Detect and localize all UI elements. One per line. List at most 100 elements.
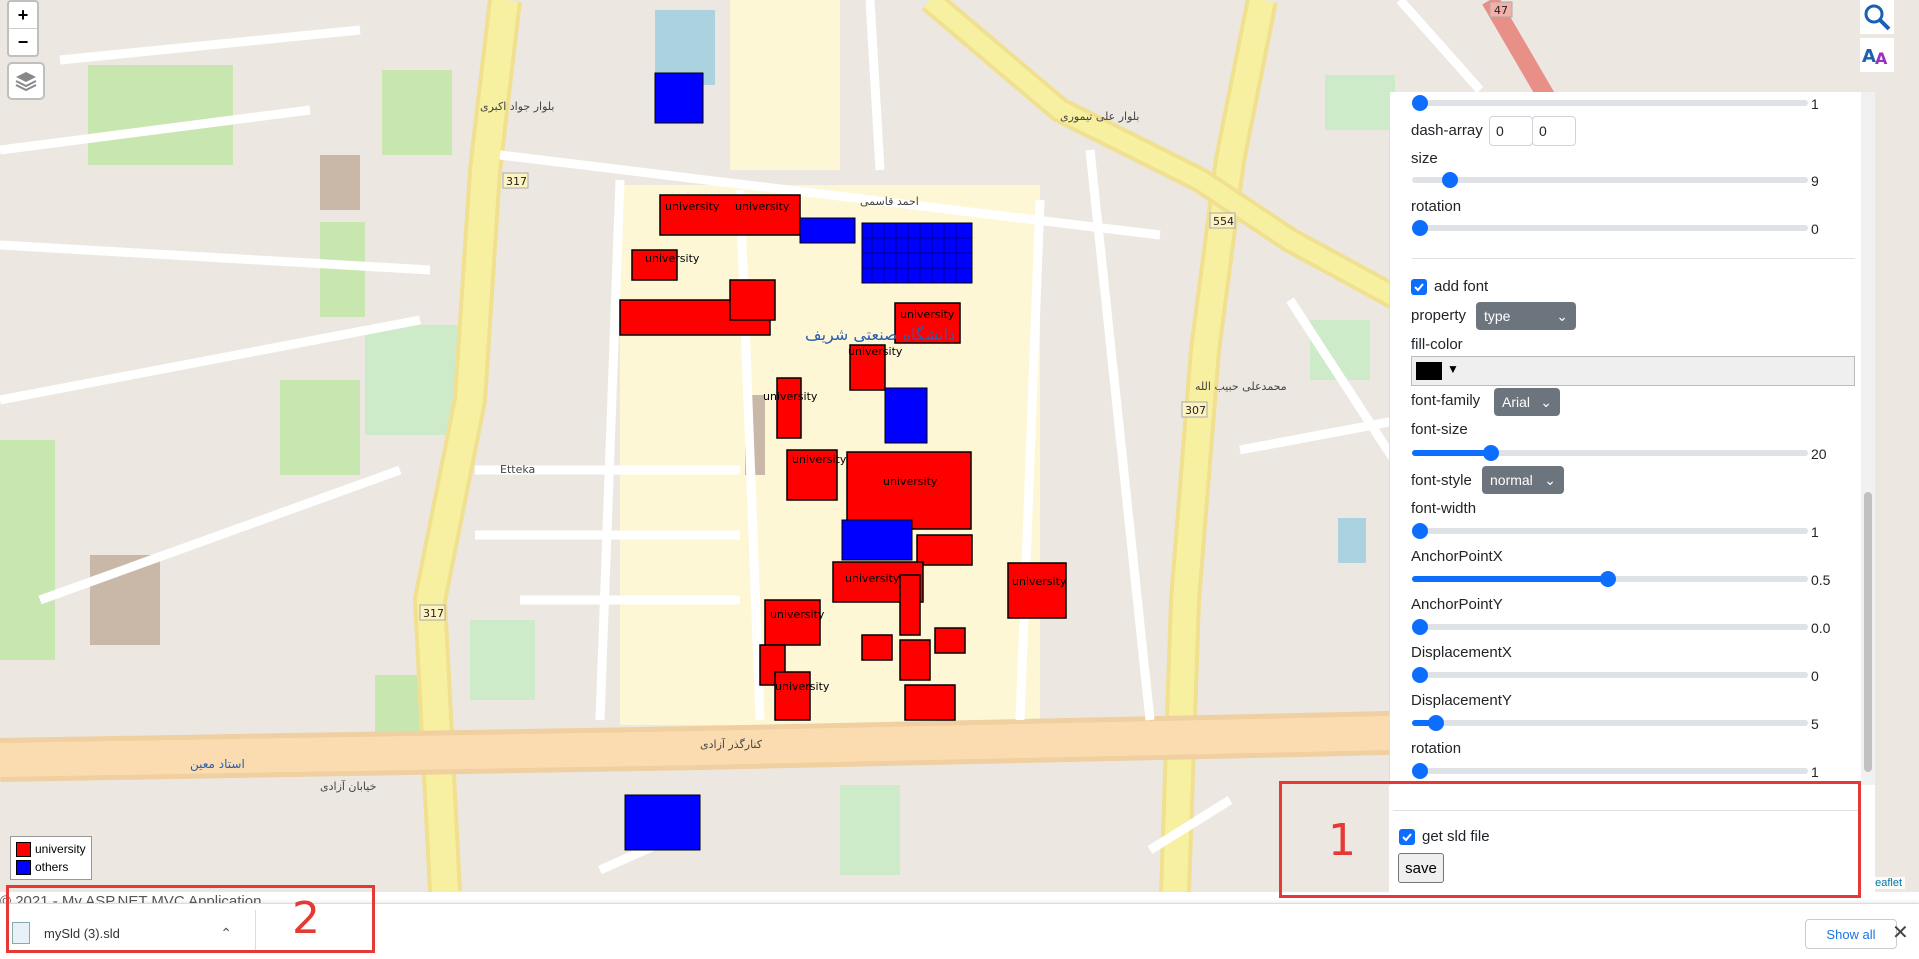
slider-fill (1412, 450, 1491, 456)
slider-knob[interactable] (1412, 619, 1428, 635)
svg-text:317: 317 (423, 607, 444, 620)
displacement-y-slider[interactable] (1412, 715, 1808, 731)
checkmark-icon (1414, 283, 1424, 292)
search-button[interactable] (1860, 0, 1894, 34)
map-label-ostad-moein: استاد معین (190, 757, 245, 771)
slider-knob[interactable] (1483, 445, 1499, 461)
top-slider[interactable] (1412, 95, 1808, 111)
svg-text:university: university (883, 475, 938, 488)
legend-label: university (35, 842, 86, 856)
anchor-y-slider[interactable] (1412, 619, 1808, 635)
svg-text:554: 554 (1213, 215, 1234, 228)
font-size-label: font-size (1411, 421, 1468, 438)
chevron-down-icon: ⌄ (1556, 307, 1568, 324)
font-width-slider[interactable] (1412, 523, 1808, 539)
svg-text:university: university (845, 572, 900, 585)
svg-text:A: A (1862, 46, 1876, 67)
font-width-label: font-width (1411, 500, 1477, 517)
annotation-number-1: 1 (1328, 815, 1356, 866)
dash-array-input-1[interactable]: 0 (1489, 116, 1533, 146)
displacement-x-value: 0 (1811, 668, 1819, 684)
font-family-select[interactable]: Arial ⌄ (1494, 388, 1560, 416)
style-panel (1389, 92, 1862, 785)
svg-text:university: university (645, 252, 700, 265)
slider-knob[interactable] (1600, 571, 1616, 587)
map-label-azadi-bypass: کنارگذر آزادی (700, 738, 762, 751)
property-select-value: type (1484, 308, 1511, 324)
displacement-x-slider[interactable] (1412, 667, 1808, 683)
legend-item-others: others (16, 858, 86, 876)
fill-color-picker[interactable]: ▼ (1411, 356, 1855, 386)
rotation2-label: rotation (1411, 740, 1462, 757)
slider-knob[interactable] (1428, 715, 1444, 731)
search-icon (1864, 4, 1891, 31)
font-width-value: 1 (1811, 524, 1819, 540)
anchor-x-slider[interactable] (1412, 571, 1808, 587)
slider-knob[interactable] (1412, 220, 1428, 236)
layers-button[interactable] (7, 62, 45, 100)
size-value: 9 (1811, 173, 1819, 189)
legend-item-university: university (16, 840, 86, 858)
rotation-value: 0 (1811, 221, 1819, 237)
size-label: size (1411, 150, 1438, 167)
map-legend: university others (10, 836, 92, 880)
svg-text:47: 47 (1494, 4, 1508, 17)
font-family-select-value: Arial (1502, 394, 1531, 410)
caret-down-icon: ▼ (1447, 362, 1459, 376)
legend-label: others (35, 860, 69, 874)
dash-array-input-2[interactable]: 0 (1532, 116, 1576, 146)
slider-knob[interactable] (1442, 172, 1458, 188)
size-slider[interactable] (1412, 172, 1808, 188)
font-icon: A A (1862, 46, 1888, 68)
scrollbar-thumb[interactable] (1864, 492, 1872, 772)
map-label-etteka: Etteka (500, 463, 536, 476)
svg-text:307: 307 (1185, 404, 1206, 417)
displacement-y-label: DisplacementY (1411, 692, 1512, 709)
zoom-out-button[interactable]: − (9, 28, 37, 55)
add-font-checkbox[interactable] (1411, 279, 1427, 295)
divider (1412, 258, 1855, 259)
rotation-slider[interactable] (1412, 220, 1808, 236)
annotation-box-1 (1279, 781, 1861, 898)
map-label-sharif: دانشگاه صنعتی شریف (805, 325, 956, 344)
svg-text:A: A (1875, 49, 1888, 68)
svg-text:university: university (735, 200, 790, 213)
rotation2-value: 1 (1811, 764, 1819, 780)
property-label: property (1411, 307, 1467, 324)
font-family-label: font-family (1411, 392, 1481, 409)
anchor-x-label: AnchorPointX (1411, 548, 1503, 565)
slider-knob[interactable] (1412, 667, 1428, 683)
map-label-boulevard: بلوار جواد اکبری (480, 100, 555, 113)
slider-knob[interactable] (1412, 763, 1428, 779)
slider-knob[interactable] (1412, 95, 1428, 111)
zoom-in-button[interactable]: + (9, 2, 37, 28)
displacement-x-label: DisplacementX (1411, 644, 1512, 661)
font-tool-button[interactable]: A A (1860, 38, 1894, 72)
svg-text:university: university (665, 200, 720, 213)
show-all-button[interactable]: Show all (1805, 919, 1897, 949)
map-label-teymouri: بلوار علی تیموری (1060, 110, 1140, 123)
close-icon[interactable]: ✕ (1892, 920, 1909, 945)
dash-array-label: dash-array (1411, 122, 1483, 139)
svg-text:university: university (1012, 575, 1067, 588)
slider-knob[interactable] (1412, 523, 1428, 539)
chevron-down-icon: ⌄ (1544, 471, 1556, 488)
chevron-down-icon: ⌄ (1540, 393, 1552, 410)
top-slider-value: 1 (1811, 96, 1819, 112)
anchor-y-label: AnchorPointY (1411, 596, 1503, 613)
rotation2-slider[interactable] (1412, 763, 1808, 779)
font-size-slider[interactable] (1412, 445, 1808, 461)
font-style-label: font-style (1411, 472, 1472, 489)
panel-scrollbar[interactable] (1861, 92, 1875, 785)
property-select[interactable]: type ⌄ (1476, 302, 1576, 330)
font-style-select[interactable]: normal ⌄ (1482, 466, 1564, 494)
displacement-y-value: 5 (1811, 716, 1819, 732)
svg-text:university: university (763, 390, 818, 403)
legend-swatch (16, 841, 31, 857)
svg-text:university: university (770, 608, 825, 621)
annotation-number-2: 2 (292, 893, 320, 944)
rotation-label: rotation (1411, 198, 1462, 215)
anchor-x-value: 0.5 (1811, 572, 1831, 588)
zoom-control: + − (7, 0, 39, 57)
fill-color-label: fill-color (1411, 336, 1463, 353)
